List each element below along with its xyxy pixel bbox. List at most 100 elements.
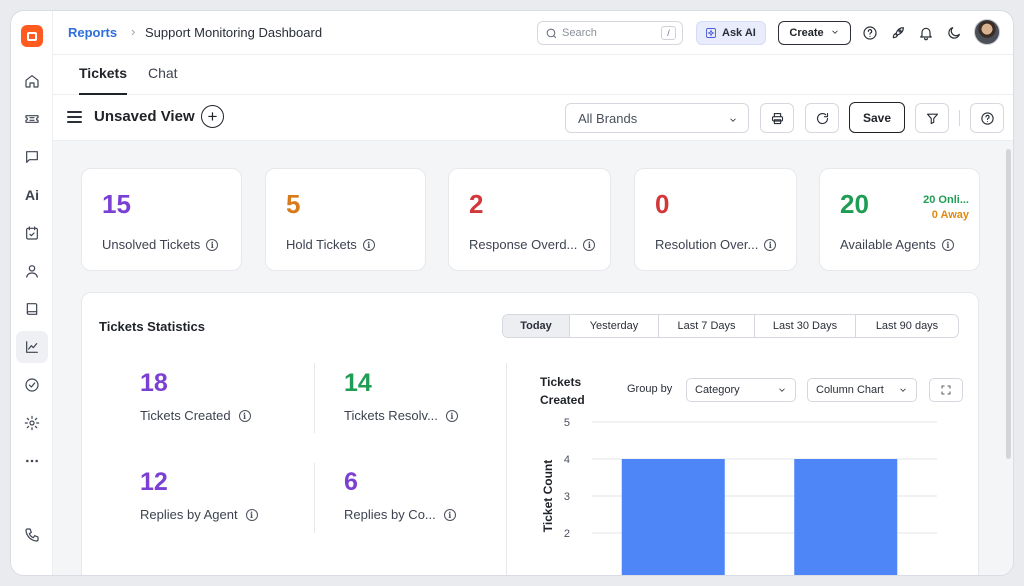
- chart-title-line1: Tickets: [540, 375, 582, 389]
- metric-tickets-resolved[interactable]: 14 Tickets Resolv... i: [344, 369, 458, 423]
- save-label: Save: [862, 110, 892, 125]
- y-axis-label: Ticket Count: [541, 460, 555, 532]
- stat-label: Available Agents i: [840, 237, 954, 252]
- stat-card-unsolved[interactable]: 15 Unsolved Tickets i: [81, 168, 242, 271]
- info-icon[interactable]: i: [941, 238, 954, 251]
- create-button[interactable]: Create: [778, 21, 851, 45]
- user-avatar[interactable]: [974, 19, 1000, 45]
- metric-value: 6: [344, 468, 358, 496]
- menu-icon[interactable]: [67, 111, 82, 123]
- stat-card-available-agents[interactable]: 20 20 Onli... 0 Away Available Agents i: [819, 168, 980, 271]
- refresh-button[interactable]: [805, 103, 839, 133]
- settings-icon[interactable]: [16, 407, 48, 439]
- range-last-7-days[interactable]: Last 7 Days: [659, 315, 755, 337]
- stat-card-response-overdue[interactable]: 2 Response Overd... i: [448, 168, 611, 271]
- info-icon[interactable]: i: [238, 409, 251, 422]
- expand-chart-button[interactable]: [929, 378, 963, 402]
- info-icon[interactable]: i: [245, 508, 258, 521]
- info-icon[interactable]: i: [443, 508, 456, 521]
- stat-label: Response Overd... i: [469, 237, 596, 252]
- range-last-30-days[interactable]: Last 30 Days: [755, 315, 856, 337]
- calendar-check-icon[interactable]: [16, 217, 48, 249]
- book-icon[interactable]: [16, 293, 48, 325]
- page-title: Support Monitoring Dashboard: [145, 25, 323, 40]
- metric-value: 12: [140, 468, 168, 496]
- bell-icon[interactable]: [916, 23, 936, 43]
- save-button[interactable]: Save: [849, 102, 905, 133]
- info-icon[interactable]: i: [206, 238, 219, 251]
- metric-divider: [314, 463, 315, 533]
- group-by-select[interactable]: Category: [686, 378, 796, 402]
- brand-select[interactable]: All Brands: [565, 103, 749, 133]
- range-yesterday[interactable]: Yesterday: [570, 315, 659, 337]
- bar: [621, 459, 725, 575]
- user-icon[interactable]: [16, 255, 48, 287]
- breadcrumb-separator: ›: [131, 24, 136, 39]
- help-icon[interactable]: [860, 23, 880, 43]
- chat-icon[interactable]: [16, 141, 48, 173]
- stat-label-text: Hold Tickets: [286, 237, 357, 252]
- ai-label: Ai: [25, 187, 39, 203]
- metric-label: Replies by Co... i: [344, 507, 456, 522]
- sidebar: Ai: [11, 11, 53, 575]
- phone-icon[interactable]: [16, 519, 48, 551]
- ask-ai-label: Ask AI: [722, 27, 756, 39]
- info-icon[interactable]: i: [764, 238, 777, 251]
- agents-online: 20 Onli...: [923, 194, 969, 206]
- agent-status-summary: 20 Onli... 0 Away: [923, 193, 969, 223]
- search-shortcut: /: [661, 26, 676, 40]
- search-box[interactable]: /: [537, 21, 683, 45]
- info-icon[interactable]: i: [362, 238, 375, 251]
- metric-tickets-created[interactable]: 18 Tickets Created i: [140, 369, 251, 423]
- chart-type-select[interactable]: Column Chart: [807, 378, 917, 402]
- range-last-90-days[interactable]: Last 90 days: [856, 315, 958, 337]
- add-view-icon[interactable]: +: [201, 105, 224, 128]
- rocket-icon[interactable]: [888, 23, 908, 43]
- metric-replies-by-agent[interactable]: 12 Replies by Agent i: [140, 468, 258, 522]
- stat-value: 20: [840, 189, 869, 219]
- ticket-icon[interactable]: [16, 103, 48, 135]
- more-icon[interactable]: [16, 445, 48, 477]
- app-logo[interactable]: [21, 25, 43, 47]
- metric-divider: [314, 363, 315, 433]
- moon-icon[interactable]: [944, 23, 964, 43]
- stat-card-hold[interactable]: 5 Hold Tickets i: [265, 168, 426, 271]
- view-toolbar: Unsaved View + All Brands Save: [53, 95, 1013, 141]
- tab-chat[interactable]: Chat: [148, 65, 178, 81]
- metric-label-text: Replies by Co...: [344, 507, 436, 522]
- check-circle-icon[interactable]: [16, 369, 48, 401]
- expand-icon: [941, 385, 951, 395]
- breadcrumb-reports-link[interactable]: Reports: [68, 25, 117, 40]
- group-by-label: Group by: [627, 383, 673, 395]
- vertical-scrollbar[interactable]: [1006, 149, 1011, 459]
- stat-card-resolution-overdue[interactable]: 0 Resolution Over... i: [634, 168, 797, 271]
- metric-label-text: Replies by Agent: [140, 507, 238, 522]
- bar: [794, 459, 898, 575]
- help-button[interactable]: [970, 103, 1004, 133]
- tab-tickets[interactable]: Tickets: [79, 65, 127, 81]
- dashboard-content: 15 Unsolved Tickets i 5 Hold Tickets i 2 R…: [53, 141, 1013, 575]
- chevron-down-icon: [898, 385, 908, 398]
- info-icon[interactable]: i: [445, 409, 458, 422]
- stat-label: Unsolved Tickets i: [102, 237, 219, 252]
- metric-label: Tickets Resolv... i: [344, 408, 458, 423]
- metric-replies-by-contact[interactable]: 6 Replies by Co... i: [344, 468, 456, 522]
- date-range-selector: Today Yesterday Last 7 Days Last 30 Days…: [502, 314, 959, 338]
- filter-icon: [926, 113, 938, 124]
- metric-label-text: Tickets Resolv...: [344, 408, 438, 423]
- filter-button[interactable]: [915, 103, 949, 133]
- info-icon[interactable]: i: [583, 238, 596, 251]
- range-today[interactable]: Today: [503, 315, 570, 337]
- ask-ai-button[interactable]: Ask AI: [696, 21, 766, 45]
- print-button[interactable]: [760, 103, 794, 133]
- search-input[interactable]: [562, 25, 652, 41]
- home-icon[interactable]: [16, 65, 48, 97]
- ai-icon[interactable]: Ai: [16, 179, 48, 211]
- chevron-down-icon: [777, 385, 787, 398]
- metric-label-text: Tickets Created: [140, 408, 231, 423]
- stat-label: Hold Tickets i: [286, 237, 375, 252]
- stat-label-text: Resolution Over...: [655, 237, 759, 252]
- stat-value: 0: [655, 189, 670, 219]
- metric-value: 18: [140, 369, 168, 397]
- reports-chart-icon[interactable]: [16, 331, 48, 363]
